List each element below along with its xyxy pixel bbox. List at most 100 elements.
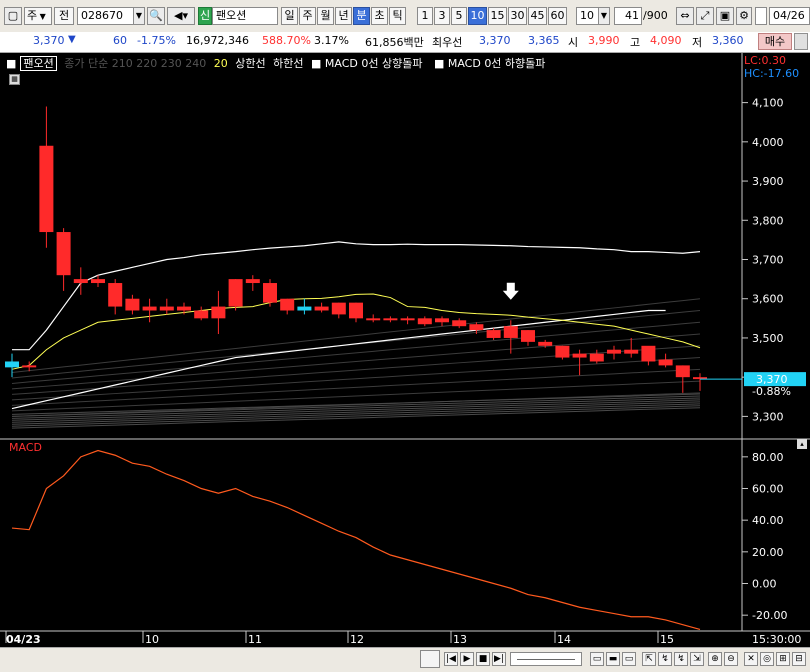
zoom-out-icon[interactable]: ⊖ <box>724 652 738 666</box>
candle-body <box>486 330 501 338</box>
legend-ma-dim: 종가 단순 210 220 230 240 <box>64 57 207 70</box>
last-page-icon[interactable]: ▶| <box>492 652 506 666</box>
candle-body <box>125 298 140 311</box>
price-tick-label: 3,700 <box>752 254 784 267</box>
candle-body <box>435 318 449 323</box>
tool-icon-1[interactable]: ▭ <box>590 652 604 666</box>
candle-body <box>159 306 174 311</box>
candle-body <box>658 359 673 366</box>
candle-body <box>503 326 518 338</box>
save-icon[interactable]: ▣ <box>716 7 734 25</box>
legend-macd-down: ■ MACD 0선 하향돌파 <box>433 57 546 70</box>
interval-button-45[interactable]: 45 <box>528 7 547 25</box>
interval-button-30[interactable]: 30 <box>508 7 527 25</box>
price-tick-label: 4,100 <box>752 97 784 110</box>
tool-icon-8[interactable]: ◎ <box>760 652 774 666</box>
hc-label: HC:-17.60 <box>744 67 800 80</box>
volume: 16,972,346 <box>186 34 249 47</box>
buy-button[interactable]: 매수 <box>758 33 792 50</box>
stock-name-field[interactable]: 팬오션 <box>212 7 278 25</box>
chevron-down-icon[interactable]: ▼ <box>133 7 145 25</box>
tool-icon-3[interactable]: ▭ <box>622 652 636 666</box>
open-price: 3,990 <box>588 34 620 47</box>
chart-svg[interactable]: 4,1004,0003,9003,8003,7003,6003,5003,400… <box>0 53 810 647</box>
quote-bar: 3,370 ▼ 60 -1.75% 16,972,346 588.70% 3.1… <box>0 32 810 53</box>
ask-price: 3,370 <box>479 34 511 47</box>
tool-icon-10[interactable]: ⊟ <box>792 652 806 666</box>
period-tab-1[interactable]: 주 <box>299 7 316 25</box>
dim-ma-line <box>11 393 701 415</box>
candle-body <box>675 365 690 378</box>
interval-chevron-icon[interactable]: ▼ <box>598 7 610 25</box>
interval-button-1[interactable]: 1 <box>417 7 433 25</box>
interval-button-3[interactable]: 3 <box>434 7 450 25</box>
high-price: 4,090 <box>650 34 682 47</box>
period-tab-5[interactable]: 초 <box>371 7 388 25</box>
close-icon[interactable]: ✕ <box>744 652 758 666</box>
macd-tick-label: 40.00 <box>752 514 784 527</box>
down-arrow-icon: ▼ <box>68 34 76 45</box>
play-icon[interactable]: ▶ <box>460 652 474 666</box>
legend-macd-up: ■ MACD 0선 상향돌파 <box>310 57 423 70</box>
tool-icon-6[interactable]: ↯ <box>674 652 688 666</box>
candle-body <box>469 324 484 331</box>
current-price: 3,370 <box>33 34 65 47</box>
market-select[interactable]: 주 ▼ <box>24 7 52 25</box>
period-tab-4[interactable]: 분 <box>353 7 370 25</box>
grid-icon[interactable]: ▦ <box>9 74 20 85</box>
dim-ma-line <box>11 397 701 419</box>
date-input[interactable]: 04/26 <box>769 7 810 25</box>
tool-icon-4[interactable]: ⇱ <box>642 652 656 666</box>
period-tab-6[interactable]: 틱 <box>389 7 406 25</box>
prev-button[interactable]: 전 <box>54 7 74 25</box>
expand-icon[interactable]: ⇔ <box>676 7 694 25</box>
price-change: 60 <box>113 34 127 47</box>
chart-area[interactable]: 4,1004,0003,9003,8003,7003,6003,5003,400… <box>0 53 810 647</box>
time-tick-label: 13 <box>453 633 467 646</box>
time-tick-label: 15 <box>660 633 674 646</box>
interval-button-10[interactable]: 10 <box>468 7 487 25</box>
candle-body <box>108 283 123 307</box>
count-total: /900 <box>643 9 668 22</box>
candle-body <box>73 279 88 284</box>
open-label: 시 <box>568 36 579 49</box>
tool-icon-2[interactable]: ▬ <box>606 652 620 666</box>
tool-icon-7[interactable]: ⇲ <box>690 652 704 666</box>
candle-body <box>5 361 19 368</box>
tool-icon-9[interactable]: ⊞ <box>776 652 790 666</box>
speaker-icon[interactable]: ◀▾ <box>167 7 195 25</box>
draw-tool-icon[interactable]: ⤢ <box>696 7 714 25</box>
interval-button-5[interactable]: 5 <box>451 7 467 25</box>
zoom-in-icon[interactable]: ⊕ <box>708 652 722 666</box>
period-tab-3[interactable]: 년 <box>335 7 352 25</box>
time-tick-label: 12 <box>350 633 364 646</box>
price-tick-label: 3,500 <box>752 332 784 345</box>
zoom-slider[interactable] <box>510 652 582 666</box>
time-tick-label: 14 <box>557 633 571 646</box>
candle-body <box>280 298 295 311</box>
macd-collapse-icon[interactable]: ▴ <box>797 439 807 449</box>
market-label: 주 <box>27 9 38 22</box>
candle-body <box>56 232 71 276</box>
window-icon[interactable]: ▢ <box>4 7 22 25</box>
stop-icon[interactable]: ■ <box>476 652 490 666</box>
period-tab-0[interactable]: 일 <box>281 7 298 25</box>
gear-icon[interactable]: ⚙ <box>736 7 752 25</box>
status-spacer <box>420 650 440 668</box>
candle-body <box>228 279 243 307</box>
sell-button-partial[interactable] <box>794 33 808 50</box>
price-tick-label: 4,000 <box>752 136 784 149</box>
search-icon[interactable]: 🔍 <box>147 7 165 25</box>
count-input[interactable]: 41 <box>614 7 642 25</box>
volume-ratio: 588.70% <box>262 34 311 47</box>
interval-button-15[interactable]: 15 <box>488 7 507 25</box>
candle-body <box>297 306 312 311</box>
tool-icon-5[interactable]: ↯ <box>658 652 672 666</box>
period-tab-2[interactable]: 월 <box>317 7 334 25</box>
date-checkbox[interactable] <box>755 7 767 25</box>
current-pct-label: -0.88% <box>752 385 791 398</box>
interval-button-60[interactable]: 60 <box>548 7 567 25</box>
candle-body <box>572 353 587 358</box>
first-page-icon[interactable]: |◀ <box>444 652 458 666</box>
high-label: 고 <box>630 36 641 49</box>
